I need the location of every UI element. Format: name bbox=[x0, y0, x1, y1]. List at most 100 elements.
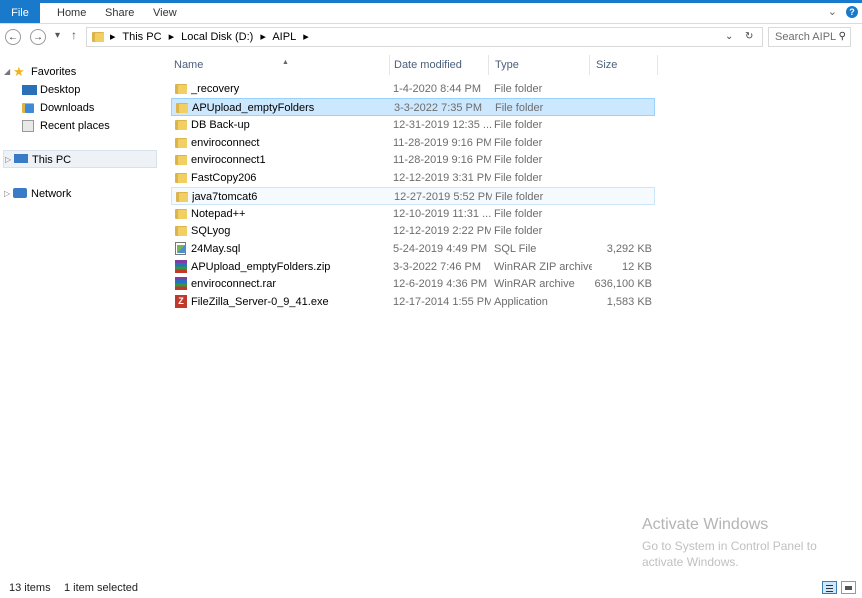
file-type: WinRAR archive bbox=[494, 278, 575, 290]
file-row[interactable]: DB Back-up 12-31-2019 12:35 ... File fol… bbox=[171, 116, 655, 134]
nav-item-downloads[interactable]: Downloads bbox=[20, 99, 150, 117]
column-header-size[interactable]: Size bbox=[590, 55, 658, 75]
breadcrumb-local-disk[interactable]: Local Disk (D:) bbox=[181, 31, 253, 43]
file-date: 12-10-2019 11:31 ... bbox=[393, 208, 491, 220]
file-type: File folder bbox=[494, 119, 543, 131]
breadcrumb-separator-icon[interactable]: ▸ bbox=[110, 31, 116, 43]
search-placeholder: Search AIPL bbox=[775, 31, 837, 43]
file-row[interactable]: 24May.sql 5-24-2019 4:49 PM SQL File 3,2… bbox=[171, 240, 655, 258]
file-type: File folder bbox=[494, 137, 543, 149]
nav-item-this-pc[interactable]: ▷ This PC bbox=[3, 150, 157, 168]
star-icon: ★ bbox=[13, 64, 25, 79]
file-date: 12-17-2014 1:55 PM bbox=[393, 296, 491, 308]
file-size: 1,583 KB bbox=[606, 296, 652, 308]
large-icons-view-icon[interactable] bbox=[841, 581, 856, 594]
tab-view[interactable]: View bbox=[153, 3, 177, 23]
file-size: 12 KB bbox=[622, 261, 652, 273]
file-date: 12-31-2019 12:35 ... bbox=[393, 119, 491, 131]
refresh-icon[interactable]: ↻ bbox=[745, 28, 753, 46]
file-date: 5-24-2019 4:49 PM bbox=[393, 243, 488, 255]
file-row-selected[interactable]: APUpload_emptyFolders 3-3-2022 7:35 PM F… bbox=[171, 98, 655, 116]
column-header-type[interactable]: Type bbox=[489, 55, 590, 75]
recent-places-icon bbox=[22, 120, 34, 132]
file-row[interactable]: enviroconnect.rar 12-6-2019 4:36 PM WinR… bbox=[171, 275, 655, 293]
tab-share[interactable]: Share bbox=[105, 3, 134, 23]
nav-label: Network bbox=[31, 188, 72, 200]
file-date: 3-3-2022 7:46 PM bbox=[393, 261, 482, 273]
file-row[interactable]: Z FileZilla_Server-0_9_41.exe 12-17-2014… bbox=[171, 293, 655, 311]
file-date: 12-27-2019 5:52 PM bbox=[394, 191, 492, 203]
file-type: Application bbox=[494, 296, 548, 308]
nav-item-recent-places[interactable]: Recent places bbox=[20, 117, 150, 135]
column-header-label: Name bbox=[174, 59, 204, 71]
expand-triangle-icon[interactable]: ▷ bbox=[5, 151, 11, 169]
nav-item-network[interactable]: ▷ Network bbox=[4, 185, 154, 203]
file-date: 12-12-2019 3:31 PM bbox=[393, 172, 491, 184]
nav-label: Recent places bbox=[40, 120, 110, 132]
column-header-label: Date modified bbox=[394, 59, 462, 71]
file-name: APUpload_emptyFolders.zip bbox=[191, 261, 331, 273]
folder-icon bbox=[176, 102, 188, 113]
nav-label: Downloads bbox=[40, 102, 95, 114]
desktop-icon bbox=[22, 85, 37, 95]
file-row[interactable]: enviroconnect 11-28-2019 9:16 PM File fo… bbox=[171, 134, 655, 152]
file-row-hovered[interactable]: java7tomcat6 12-27-2019 5:52 PM File fol… bbox=[171, 187, 655, 205]
nav-item-favorites[interactable]: ◢ ★ Favorites bbox=[4, 63, 154, 81]
tab-home[interactable]: Home bbox=[57, 3, 86, 23]
details-view-icon[interactable] bbox=[822, 581, 837, 594]
file-row[interactable]: APUpload_emptyFolders.zip 3-3-2022 7:46 … bbox=[171, 258, 655, 276]
file-list: ▲ Name Date modified Type Size _recovery… bbox=[160, 51, 862, 576]
breadcrumb-this-pc[interactable]: This PC bbox=[122, 31, 161, 43]
file-row[interactable]: _recovery 1-4-2020 8:44 PM File folder bbox=[171, 80, 655, 98]
file-date: 11-28-2019 9:16 PM bbox=[393, 154, 491, 166]
forward-button[interactable]: → bbox=[30, 29, 46, 45]
breadcrumb-separator-icon[interactable]: ▸ bbox=[303, 31, 309, 43]
folder-icon bbox=[175, 208, 187, 219]
back-button[interactable]: ← bbox=[5, 29, 21, 45]
breadcrumb-aipl[interactable]: AIPL bbox=[272, 31, 296, 43]
folder-icon bbox=[92, 31, 104, 42]
file-name: java7tomcat6 bbox=[192, 191, 258, 203]
ribbon-tabs: File Home Share View ⌄ ? bbox=[0, 3, 862, 24]
file-type: File folder bbox=[494, 172, 543, 184]
address-dropdown-chevron-icon[interactable]: ⌄ bbox=[725, 28, 733, 46]
selection-count: 1 item selected bbox=[64, 582, 138, 594]
file-type: File folder bbox=[494, 208, 543, 220]
folder-icon bbox=[175, 83, 187, 94]
file-type: WinRAR ZIP archive bbox=[494, 261, 592, 273]
collapse-triangle-icon[interactable]: ◢ bbox=[4, 63, 10, 81]
file-row[interactable]: Notepad++ 12-10-2019 11:31 ... File fold… bbox=[171, 205, 655, 223]
up-button[interactable]: ↑ bbox=[71, 28, 77, 42]
search-icon[interactable]: ⚲ bbox=[839, 28, 846, 46]
file-row[interactable]: enviroconnect1 11-28-2019 9:16 PM File f… bbox=[171, 151, 655, 169]
folder-icon bbox=[175, 172, 187, 183]
file-date: 1-4-2020 8:44 PM bbox=[393, 83, 482, 95]
breadcrumb-separator-icon[interactable]: ▸ bbox=[169, 31, 175, 43]
winrar-icon bbox=[175, 277, 187, 290]
tab-file[interactable]: File bbox=[0, 3, 40, 23]
file-row[interactable]: FastCopy206 12-12-2019 3:31 PM File fold… bbox=[171, 169, 655, 187]
help-icon[interactable]: ? bbox=[846, 6, 858, 18]
nav-label: This PC bbox=[32, 154, 72, 166]
file-name: 24May.sql bbox=[191, 243, 241, 255]
address-bar[interactable]: ▸ This PC ▸ Local Disk (D:) ▸ AIPL ▸ ⌄ ↻ bbox=[86, 27, 763, 47]
file-row[interactable]: SQLyog 12-12-2019 2:22 PM File folder bbox=[171, 222, 655, 240]
search-input[interactable]: Search AIPL ⚲ bbox=[768, 27, 851, 47]
breadcrumb-separator-icon[interactable]: ▸ bbox=[260, 31, 266, 43]
activation-watermark-text: Go to System in Control Panel to activat… bbox=[642, 539, 817, 569]
file-name: APUpload_emptyFolders bbox=[192, 102, 315, 114]
file-name: FileZilla_Server-0_9_41.exe bbox=[191, 296, 329, 308]
expand-triangle-icon[interactable]: ▷ bbox=[4, 185, 10, 203]
file-date: 12-12-2019 2:22 PM bbox=[393, 225, 491, 237]
folder-icon bbox=[175, 154, 187, 165]
file-date: 11-28-2019 9:16 PM bbox=[393, 137, 491, 149]
recent-locations-chevron-icon[interactable]: ▾ bbox=[55, 30, 60, 41]
nav-item-desktop[interactable]: Desktop bbox=[20, 81, 150, 99]
column-header-label: Size bbox=[596, 59, 618, 71]
column-header-date-modified[interactable]: Date modified bbox=[388, 55, 489, 75]
column-header-name[interactable]: ▲ Name bbox=[168, 55, 390, 75]
file-type: File folder bbox=[495, 102, 544, 114]
file-size: 3,292 KB bbox=[606, 243, 652, 255]
expand-ribbon-chevron-icon[interactable]: ⌄ bbox=[828, 6, 837, 18]
file-date: 12-6-2019 4:36 PM bbox=[393, 278, 488, 290]
